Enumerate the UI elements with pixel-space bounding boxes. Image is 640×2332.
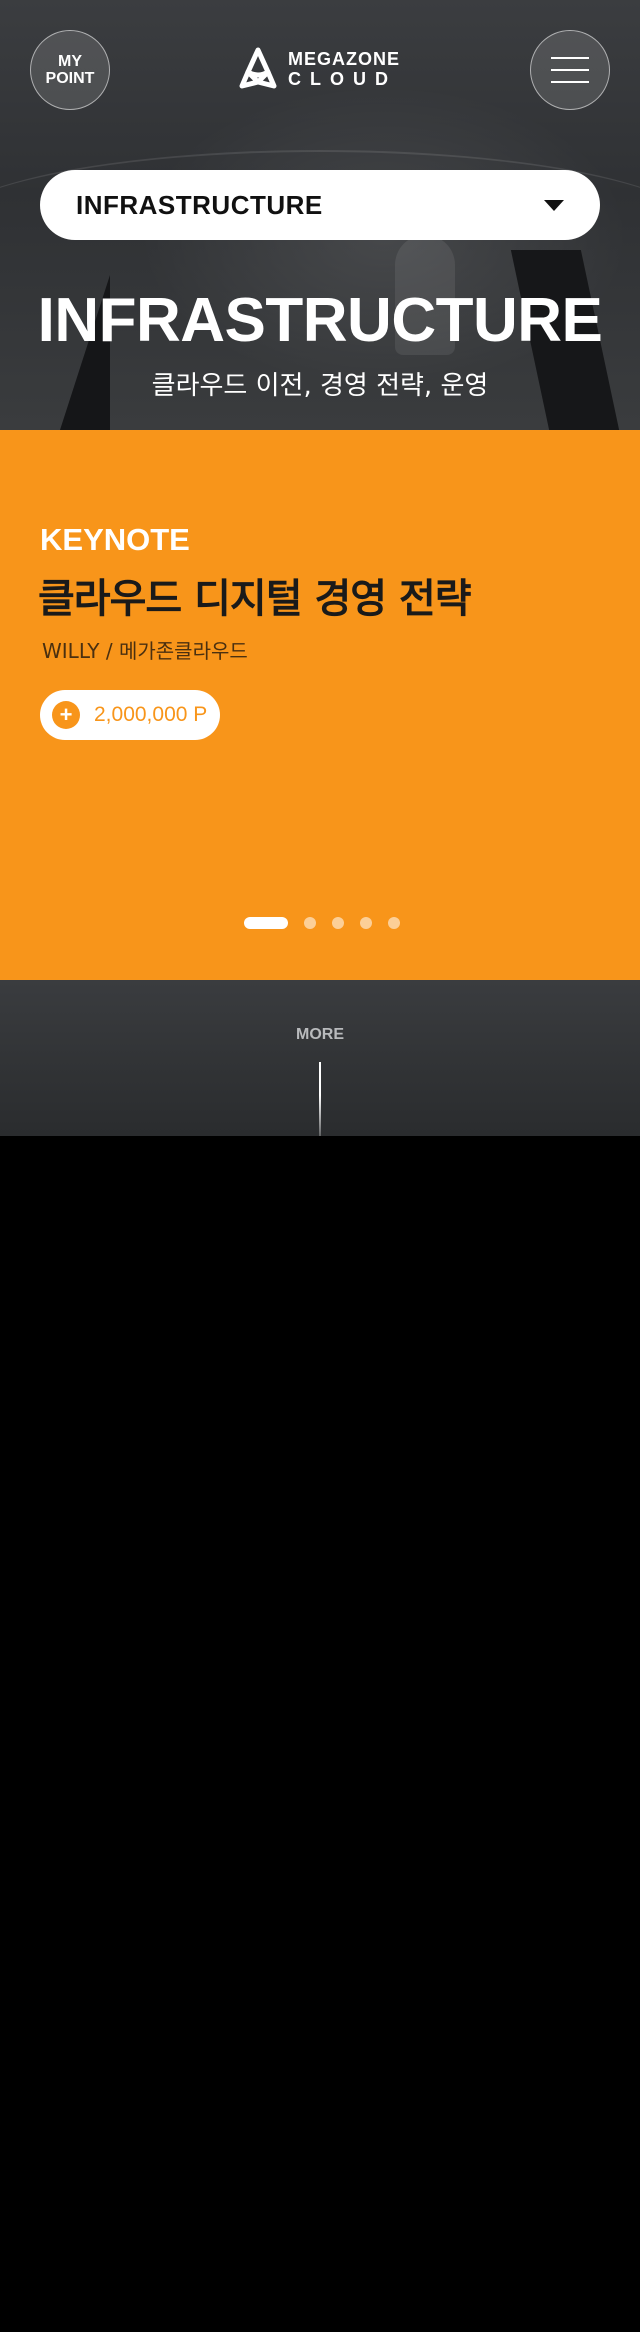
scroll-indicator-line	[319, 1062, 321, 1136]
carousel-dot[interactable]	[304, 917, 316, 929]
carousel-dot[interactable]	[332, 917, 344, 929]
more-link[interactable]: MORE	[0, 1026, 640, 1044]
caret-down-icon	[544, 199, 564, 211]
megazone-cloud-logo[interactable]: MEGAZONE CLOUD	[236, 44, 400, 94]
track-selector-value: INFRASTRUCTURE	[76, 189, 323, 220]
my-point-button[interactable]: MY POINT	[30, 30, 110, 110]
hamburger-icon	[551, 57, 589, 83]
my-point-label: MY POINT	[45, 53, 95, 87]
logo-wordmark: MEGAZONE CLOUD	[288, 50, 400, 88]
page-subtitle: 클라우드 이전, 경영 전략, 운영	[151, 371, 489, 401]
session-speaker: WILLY / 메가존클라우드	[42, 639, 248, 663]
session-type: KEYNOTE	[40, 522, 190, 557]
logo-line-1: MEGAZONE	[288, 49, 401, 69]
carousel-pagination	[244, 917, 400, 929]
session-card[interactable]: KEYNOTE 클라우드 디지털 경영 전략 WILLY / 메가존클라우드 +…	[0, 430, 640, 980]
logo-mark-icon	[236, 46, 280, 92]
session-title: 클라우드 디지털 경영 전략	[38, 576, 472, 622]
plus-icon: +	[52, 701, 80, 729]
carousel-dot[interactable]	[360, 917, 372, 929]
logo-line-2: CLOUD	[288, 69, 397, 89]
carousel-dot[interactable]	[388, 917, 400, 929]
more-section: MORE	[0, 980, 640, 1136]
top-bar: MY POINT MEGAZONE CLOUD	[0, 0, 640, 140]
track-selector-dropdown[interactable]: INFRASTRUCTURE	[40, 170, 600, 240]
page-title: INFRASTRUCTURE	[37, 286, 603, 355]
points-button[interactable]: + 2,000,000 P	[40, 690, 220, 740]
menu-button[interactable]	[530, 30, 610, 110]
points-amount: 2,000,000 P	[94, 703, 208, 726]
carousel-dot[interactable]	[244, 917, 288, 929]
